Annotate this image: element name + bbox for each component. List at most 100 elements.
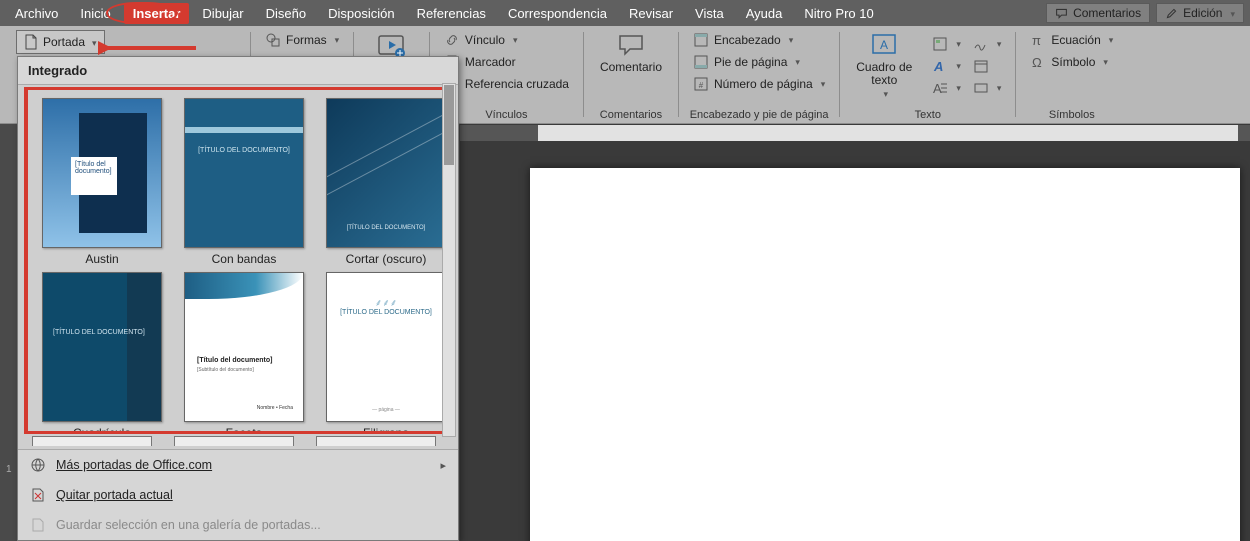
wordart-icon: A: [932, 58, 948, 74]
gallery-next-row-peek: [26, 436, 450, 449]
globe-icon: [30, 457, 46, 473]
thumb-label: Faceta: [226, 426, 263, 434]
menu-disposición[interactable]: Disposición: [319, 3, 403, 24]
cover-thumb-cortar[interactable]: [TÍTULO DEL DOCUMENTO]Cortar (oscuro): [322, 98, 450, 266]
chevron-right-icon: ▸: [440, 459, 446, 472]
svg-text:A: A: [880, 38, 888, 52]
comment-icon: [1055, 7, 1068, 20]
gallery-section-header: Integrado: [18, 57, 458, 85]
textbox-icon: A: [870, 32, 898, 58]
remove-page-icon: [30, 487, 46, 503]
cover-page-button[interactable]: Portada: [16, 30, 105, 54]
menu-dibujar[interactable]: Dibujar: [193, 3, 252, 24]
page-number-label: Número de página: [714, 77, 813, 91]
group-label: Vínculos: [440, 107, 573, 121]
link-button[interactable]: Vínculo: [440, 30, 573, 50]
header-label: Encabezado: [714, 33, 781, 47]
comments-label: Comentarios: [1073, 6, 1141, 20]
menu-insertar[interactable]: Insertar: [124, 3, 190, 24]
group-label: Comentarios: [594, 107, 668, 121]
cover-page-gallery: Integrado [Título del documento]Austin[T…: [17, 56, 459, 541]
group-label: Encabezado y pie de página: [689, 107, 829, 121]
svg-text:π: π: [1032, 33, 1041, 48]
textbox-button[interactable]: A Cuadro de texto: [850, 30, 918, 102]
bookmark-label: Marcador: [465, 55, 516, 69]
menu-nitro pro 10[interactable]: Nitro Pro 10: [795, 3, 882, 24]
svg-text:A: A: [933, 81, 942, 96]
date-icon: [973, 58, 989, 74]
horizontal-ruler[interactable]: [460, 124, 1250, 142]
equation-icon: π: [1030, 32, 1046, 48]
quick-parts-button[interactable]: [928, 34, 965, 54]
svg-text:#: #: [699, 81, 704, 90]
date-time-button[interactable]: [969, 56, 1006, 76]
menu-revisar[interactable]: Revisar: [620, 3, 682, 24]
shapes-button[interactable]: Formas: [261, 30, 343, 50]
editing-button[interactable]: Edición: [1156, 3, 1244, 23]
bookmark-button[interactable]: Marcador: [440, 52, 573, 72]
save-page-icon: [30, 517, 46, 533]
menu-ayuda[interactable]: Ayuda: [737, 3, 792, 24]
chevron-down-icon: [1227, 6, 1235, 20]
drop-cap-button[interactable]: A: [928, 78, 965, 98]
symbol-icon: Ω: [1030, 54, 1046, 70]
equation-label: Ecuación: [1051, 33, 1100, 47]
cover-thumb-austin[interactable]: [Título del documento]Austin: [38, 98, 166, 266]
menu-vista[interactable]: Vista: [686, 3, 733, 24]
thumb-label: Filigrana: [363, 426, 409, 434]
menu-archivo[interactable]: Archivo: [6, 3, 67, 24]
comment-button[interactable]: Comentario: [594, 30, 668, 76]
group-label: Texto: [850, 107, 1005, 121]
more-covers-item[interactable]: Más portadas de Office.com ▸: [18, 450, 458, 480]
page-number-button[interactable]: # Número de página: [689, 74, 829, 94]
cover-thumb-fil[interactable]: ⸙⸙⸙[TÍTULO DEL DOCUMENTO]— página —Filig…: [322, 272, 450, 434]
link-icon: [444, 32, 460, 48]
remove-cover-label: Quitar portada actual: [56, 488, 173, 502]
menu-bar: ArchivoInicioInsertarDibujarDiseñoDispos…: [0, 0, 1250, 26]
page-number-icon: #: [693, 76, 709, 92]
menu-referencias[interactable]: Referencias: [408, 3, 495, 24]
menu-correspondencia[interactable]: Correspondencia: [499, 3, 616, 24]
cover-thumb-cuad[interactable]: [TÍTULO DEL DOCUMENTO]Cuadrícula: [38, 272, 166, 434]
header-icon: [693, 32, 709, 48]
remove-cover-item[interactable]: Quitar portada actual: [18, 480, 458, 510]
header-button[interactable]: Encabezado: [689, 30, 829, 50]
ribbon-group-header-footer: Encabezado Pie de página # Número de pág…: [679, 26, 839, 123]
document-area[interactable]: [460, 142, 1250, 541]
thumb-label: Austin: [85, 252, 118, 266]
svg-text:A: A: [933, 59, 943, 74]
menu-diseño[interactable]: Diseño: [257, 3, 315, 24]
pencil-icon: [1165, 7, 1178, 20]
more-covers-label: Más portadas de Office.com: [56, 458, 212, 472]
symbol-label: Símbolo: [1051, 55, 1095, 69]
footer-icon: [693, 54, 709, 70]
cross-ref-button[interactable]: Referencia cruzada: [440, 74, 573, 94]
comment-label: Comentario: [600, 61, 662, 74]
cover-thumb-bandas[interactable]: [TÍTULO DEL DOCUMENTO]Con bandas: [180, 98, 308, 266]
save-to-gallery-label: Guardar selección en una galería de port…: [56, 518, 321, 532]
page[interactable]: [530, 168, 1240, 541]
cover-page-label: Portada: [43, 35, 85, 49]
footer-button[interactable]: Pie de página: [689, 52, 829, 72]
symbol-button[interactable]: Ω Símbolo: [1026, 52, 1117, 72]
thumb-label: Con bandas: [212, 252, 277, 266]
textbox-label: Cuadro de texto: [856, 61, 912, 87]
thumb-label: Cuadrícula: [73, 426, 131, 434]
menu-inicio[interactable]: Inicio: [71, 3, 119, 24]
wordart-button[interactable]: A: [928, 56, 965, 76]
ribbon-group-text: A Cuadro de texto A A Texto: [840, 26, 1015, 123]
ribbon-group-comments: Comentario Comentarios: [584, 26, 678, 123]
link-label: Vínculo: [465, 33, 505, 47]
cover-thumb-faceta[interactable]: [Título del documento][Subtítulo del doc…: [180, 272, 308, 434]
shapes-label: Formas: [286, 33, 327, 47]
footer-label: Pie de página: [714, 55, 787, 69]
editing-label: Edición: [1183, 6, 1222, 20]
gallery-scrollbar[interactable]: [442, 83, 456, 437]
cross-ref-label: Referencia cruzada: [465, 77, 569, 91]
equation-button[interactable]: π Ecuación: [1026, 30, 1117, 50]
gallery-footer: Más portadas de Office.com ▸ Quitar port…: [18, 449, 458, 540]
object-button[interactable]: [969, 78, 1006, 98]
comments-button[interactable]: Comentarios: [1046, 3, 1150, 23]
svg-text:Ω: Ω: [1032, 55, 1042, 70]
signature-button[interactable]: [969, 34, 1006, 54]
